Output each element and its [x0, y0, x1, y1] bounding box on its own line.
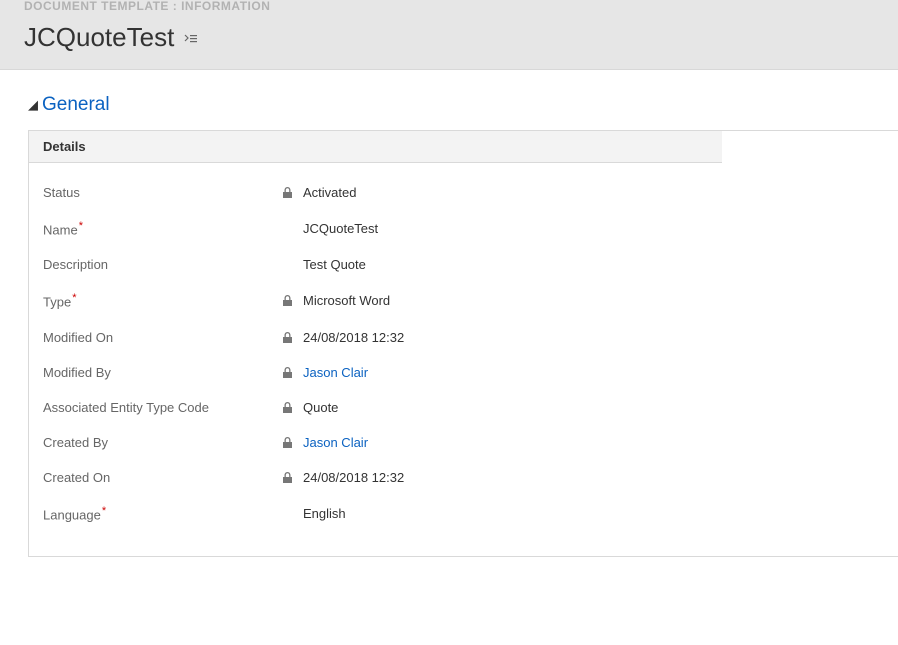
field-created-by: Created By Jason Clair	[29, 425, 898, 460]
lock-icon	[283, 187, 303, 198]
field-language[interactable]: Language* English	[29, 495, 898, 532]
lock-icon	[283, 295, 303, 306]
field-associated-entity: Associated Entity Type Code Quote	[29, 390, 898, 425]
lock-icon	[283, 437, 303, 448]
header-band: DOCUMENT TEMPLATE : INFORMATION JCQuoteT…	[0, 0, 898, 70]
required-icon: *	[102, 505, 106, 517]
field-name[interactable]: Name* JCQuoteTest	[29, 210, 898, 247]
field-label-modified-on: Modified On	[43, 330, 283, 345]
record-title: JCQuoteTest	[24, 22, 174, 53]
details-header: Details	[29, 131, 722, 163]
field-label-created-on: Created On	[43, 470, 283, 485]
title-menu-icon[interactable]	[184, 33, 198, 43]
field-label-associated-entity: Associated Entity Type Code	[43, 400, 283, 415]
field-description[interactable]: Description Test Quote	[29, 247, 898, 282]
required-icon: *	[72, 292, 76, 304]
record-title-row: JCQuoteTest	[24, 22, 898, 53]
field-value-modified-on: 24/08/2018 12:32	[303, 330, 404, 345]
field-modified-by: Modified By Jason Clair	[29, 355, 898, 390]
field-value-name[interactable]: JCQuoteTest	[303, 221, 378, 236]
field-value-modified-by[interactable]: Jason Clair	[303, 365, 368, 380]
collapse-arrow-icon: ◢	[28, 97, 38, 113]
section-title: General	[42, 94, 110, 116]
field-status: Status Activated	[29, 175, 898, 210]
field-label-created-by: Created By	[43, 435, 283, 450]
field-label-name: Name*	[43, 220, 283, 237]
lock-icon	[283, 367, 303, 378]
lock-icon	[283, 472, 303, 483]
field-label-modified-by: Modified By	[43, 365, 283, 380]
field-label-description: Description	[43, 257, 283, 272]
field-label-type: Type*	[43, 292, 283, 309]
field-modified-on: Modified On 24/08/2018 12:32	[29, 320, 898, 355]
field-value-created-by[interactable]: Jason Clair	[303, 435, 368, 450]
details-panel: Details Status Activated Name* JCQuoteTe…	[28, 130, 898, 557]
fields-container: Status Activated Name* JCQuoteTest Descr…	[29, 163, 898, 556]
lock-icon	[283, 402, 303, 413]
body-area: ◢ General Details Status Activated Name*…	[0, 70, 898, 557]
field-value-type: Microsoft Word	[303, 293, 390, 308]
field-type: Type* Microsoft Word	[29, 282, 898, 319]
field-value-associated-entity: Quote	[303, 400, 338, 415]
lock-icon	[283, 332, 303, 343]
field-value-language[interactable]: English	[303, 506, 346, 521]
field-value-description[interactable]: Test Quote	[303, 257, 366, 272]
field-label-language: Language*	[43, 505, 283, 522]
breadcrumb: DOCUMENT TEMPLATE : INFORMATION	[24, 0, 898, 12]
field-value-created-on: 24/08/2018 12:32	[303, 470, 404, 485]
required-icon: *	[79, 220, 83, 232]
section-header-general[interactable]: ◢ General	[28, 94, 898, 116]
field-label-status: Status	[43, 185, 283, 200]
field-created-on: Created On 24/08/2018 12:32	[29, 460, 898, 495]
field-value-status: Activated	[303, 185, 356, 200]
